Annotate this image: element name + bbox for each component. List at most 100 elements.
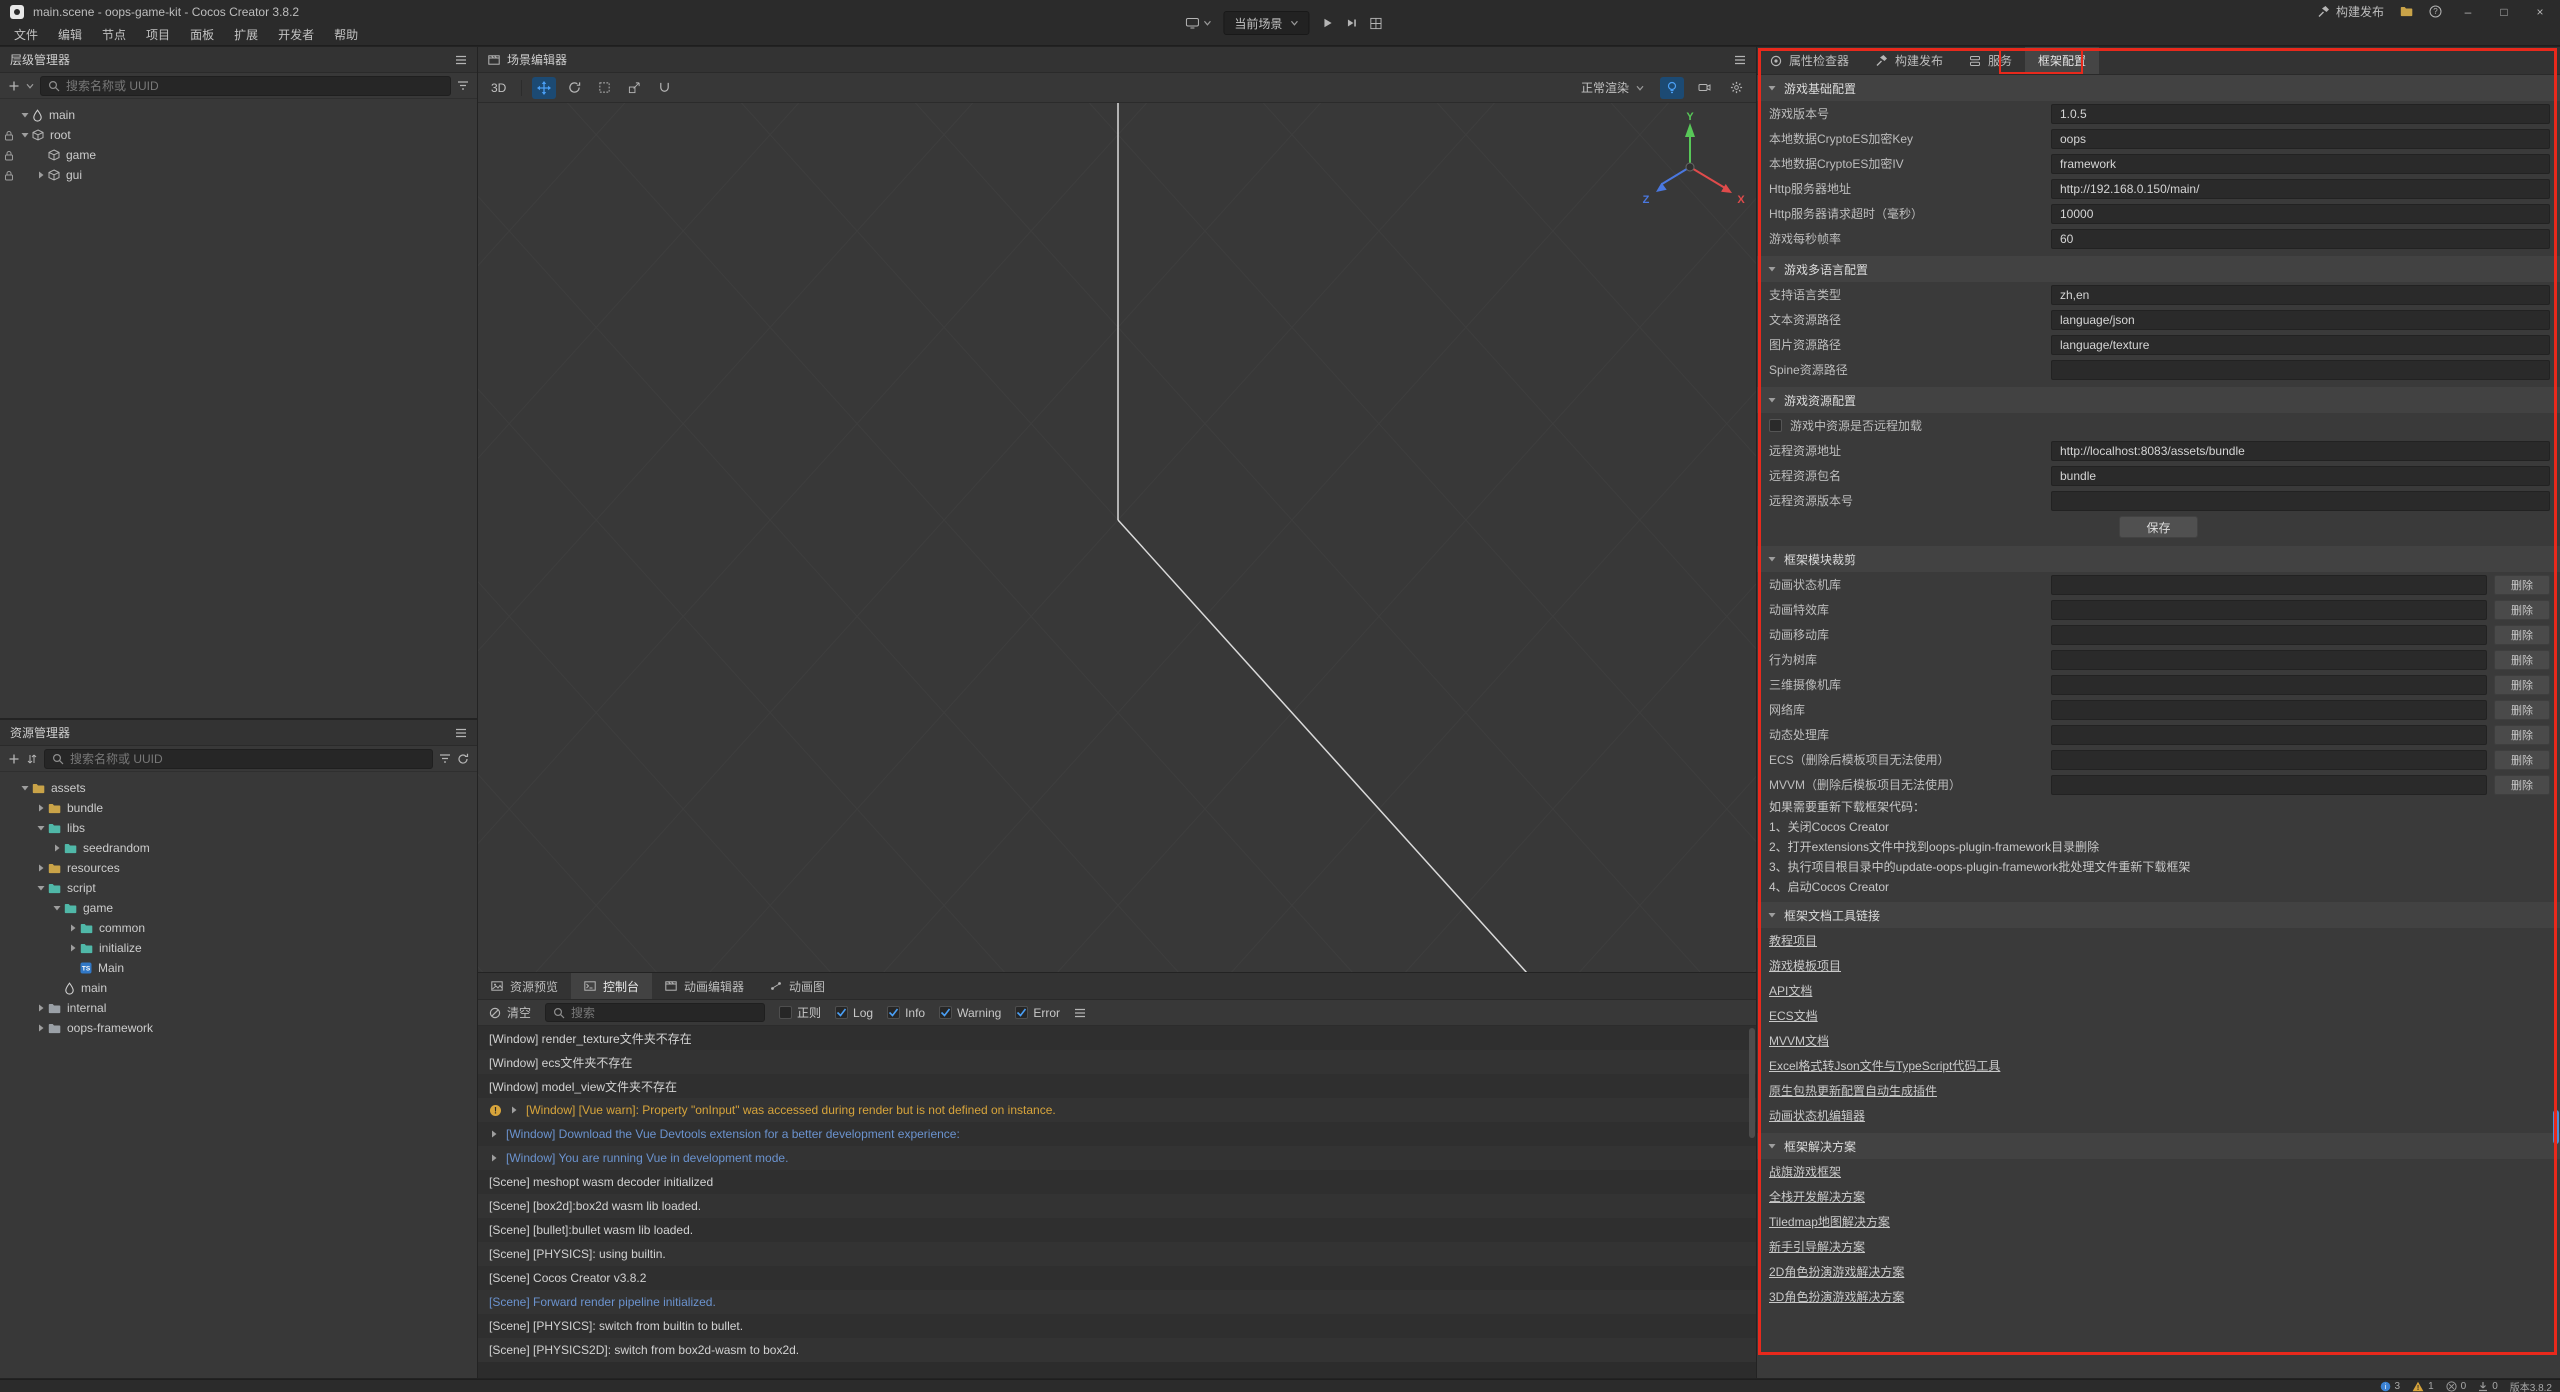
caret-right-icon[interactable] [50,843,64,853]
lock-icon[interactable] [4,150,14,161]
lock-icon[interactable] [4,170,14,181]
delete-button[interactable]: 删除 [2494,750,2550,770]
menu-item-5[interactable]: 扩展 [224,26,268,43]
minimize-button[interactable]: – [2458,5,2478,19]
build-publish-button[interactable]: 构建发布 [2317,3,2384,20]
delete-button[interactable]: 删除 [2494,700,2550,720]
close-button[interactable]: × [2530,5,2550,19]
log-row[interactable]: [Scene] Cocos Creator v3.8.2 [478,1266,1756,1290]
asset-node-libs[interactable]: libs [0,818,477,838]
menu-item-1[interactable]: 编辑 [48,26,92,43]
delete-button[interactable]: 删除 [2494,625,2550,645]
log-row[interactable]: [Window] render_texture文件夹不存在 [478,1026,1756,1050]
caret-down-icon[interactable] [1767,83,1777,93]
field-input[interactable] [2051,204,2550,224]
filter-warning[interactable]: Warning [939,1006,1001,1020]
filter-log[interactable]: Log [835,1006,873,1020]
log-row[interactable]: [Window] model_view文件夹不存在 [478,1074,1756,1098]
module-input[interactable] [2051,700,2487,720]
tab-property-inspector[interactable]: 属性检查器 [1757,47,1862,74]
save-button[interactable]: 保存 [2119,516,2197,538]
add-asset-button[interactable] [8,753,20,765]
delete-button[interactable]: 删除 [2494,775,2550,795]
filter-info[interactable]: Info [887,1006,925,1020]
caret-down-icon[interactable] [1767,264,1777,274]
tab-animation-graph[interactable]: 动画图 [757,973,838,999]
scene-viewport[interactable]: Y X Z [478,103,1756,972]
field-input[interactable] [2051,129,2550,149]
view-options-button[interactable] [1692,77,1716,99]
delete-button[interactable]: 删除 [2494,575,2550,595]
menu-item-0[interactable]: 文件 [4,26,48,43]
delete-button[interactable]: 删除 [2494,725,2550,745]
assets-search[interactable] [44,749,433,769]
caret-down-icon[interactable] [18,783,32,793]
section-header[interactable]: 游戏多语言配置 [1757,256,2560,282]
caret-right-icon[interactable] [66,943,80,953]
field-input[interactable] [2051,104,2550,124]
hierarchy-node-game[interactable]: game [0,145,477,165]
asset-node-resources[interactable]: resources [0,858,477,878]
section-header[interactable]: 游戏资源配置 [1757,387,2560,413]
field-input[interactable] [2051,360,2550,380]
caret-down-icon[interactable] [50,903,64,913]
asset-node-bundle[interactable]: bundle [0,798,477,818]
log-row[interactable]: [Scene] [PHYSICS]: switch from builtin t… [478,1314,1756,1338]
delete-button[interactable]: 删除 [2494,650,2550,670]
asset-node-initialize[interactable]: initialize [0,938,477,958]
sort-icon[interactable] [26,753,38,765]
menu-item-3[interactable]: 项目 [136,26,180,43]
step-button[interactable] [1345,17,1357,29]
log-row[interactable]: [Scene] meshopt wasm decoder initialized [478,1170,1756,1194]
menu-item-2[interactable]: 节点 [92,26,136,43]
doc-link[interactable]: API文档 [1757,978,2560,1003]
field-input[interactable] [2051,310,2550,330]
section-header[interactable]: 框架文档工具链接 [1757,902,2560,928]
asset-node-script[interactable]: script [0,878,477,898]
log-row[interactable]: [Scene] [PHYSICS]: using builtin. [478,1242,1756,1266]
caret-right-icon[interactable] [34,170,48,180]
log-row[interactable]: [Window] ecs文件夹不存在 [478,1050,1756,1074]
doc-link[interactable]: 2D角色扮演游戏解决方案 [1757,1259,2560,1284]
doc-link[interactable]: 新手引导解决方案 [1757,1234,2560,1259]
doc-link[interactable]: 教程项目 [1757,928,2560,953]
asset-node-game[interactable]: game [0,898,477,918]
caret-down-icon[interactable] [1767,554,1777,564]
doc-link[interactable]: 动画状态机编辑器 [1757,1103,2560,1128]
caret-down-icon[interactable] [1767,1141,1777,1151]
doc-link[interactable]: Tiledmap地图解决方案 [1757,1209,2560,1234]
caret-down-icon[interactable] [34,823,48,833]
axis-gizmo[interactable]: Y X Z [1628,109,1756,239]
move-tool-button[interactable] [532,77,556,99]
open-folder-icon[interactable] [2400,6,2413,17]
log-row[interactable]: [Scene] [PHYSICS2D]: switch from box2d-w… [478,1338,1756,1362]
add-node-button[interactable] [8,80,20,92]
preview-target-select[interactable] [1185,17,1211,29]
caret-right-icon[interactable] [34,803,48,813]
tab-console[interactable]: 控制台 [571,973,652,999]
section-header[interactable]: 框架解决方案 [1757,1133,2560,1159]
caret-down-icon[interactable] [1767,910,1777,920]
tab-build-publish[interactable]: 构建发布 [1862,47,1956,74]
module-input[interactable] [2051,750,2487,770]
hierarchy-search-input[interactable] [66,79,443,93]
field-input[interactable] [2051,285,2550,305]
doc-link[interactable]: 全栈开发解决方案 [1757,1184,2560,1209]
field-input[interactable] [2051,466,2550,486]
expand-caret-icon[interactable] [489,1153,499,1163]
caret-right-icon[interactable] [34,1003,48,1013]
scrollbar-thumb[interactable] [1749,1028,1755,1138]
module-input[interactable] [2051,575,2487,595]
console-search[interactable] [545,1003,765,1022]
lighting-toggle-button[interactable] [1660,77,1684,99]
preview-grid-button[interactable] [1369,17,1382,30]
field-input[interactable] [2051,441,2550,461]
current-scene-select[interactable]: 当前场景 [1223,11,1309,35]
caret-right-icon[interactable] [66,923,80,933]
expand-caret-icon[interactable] [509,1105,519,1115]
doc-link[interactable]: ECS文档 [1757,1003,2560,1028]
log-row[interactable]: [Scene] [box2d]:box2d wasm lib loaded. [478,1194,1756,1218]
caret-right-icon[interactable] [34,863,48,873]
doc-link[interactable]: 3D角色扮演游戏解决方案 [1757,1284,2560,1309]
hierarchy-node-root[interactable]: root [0,125,477,145]
